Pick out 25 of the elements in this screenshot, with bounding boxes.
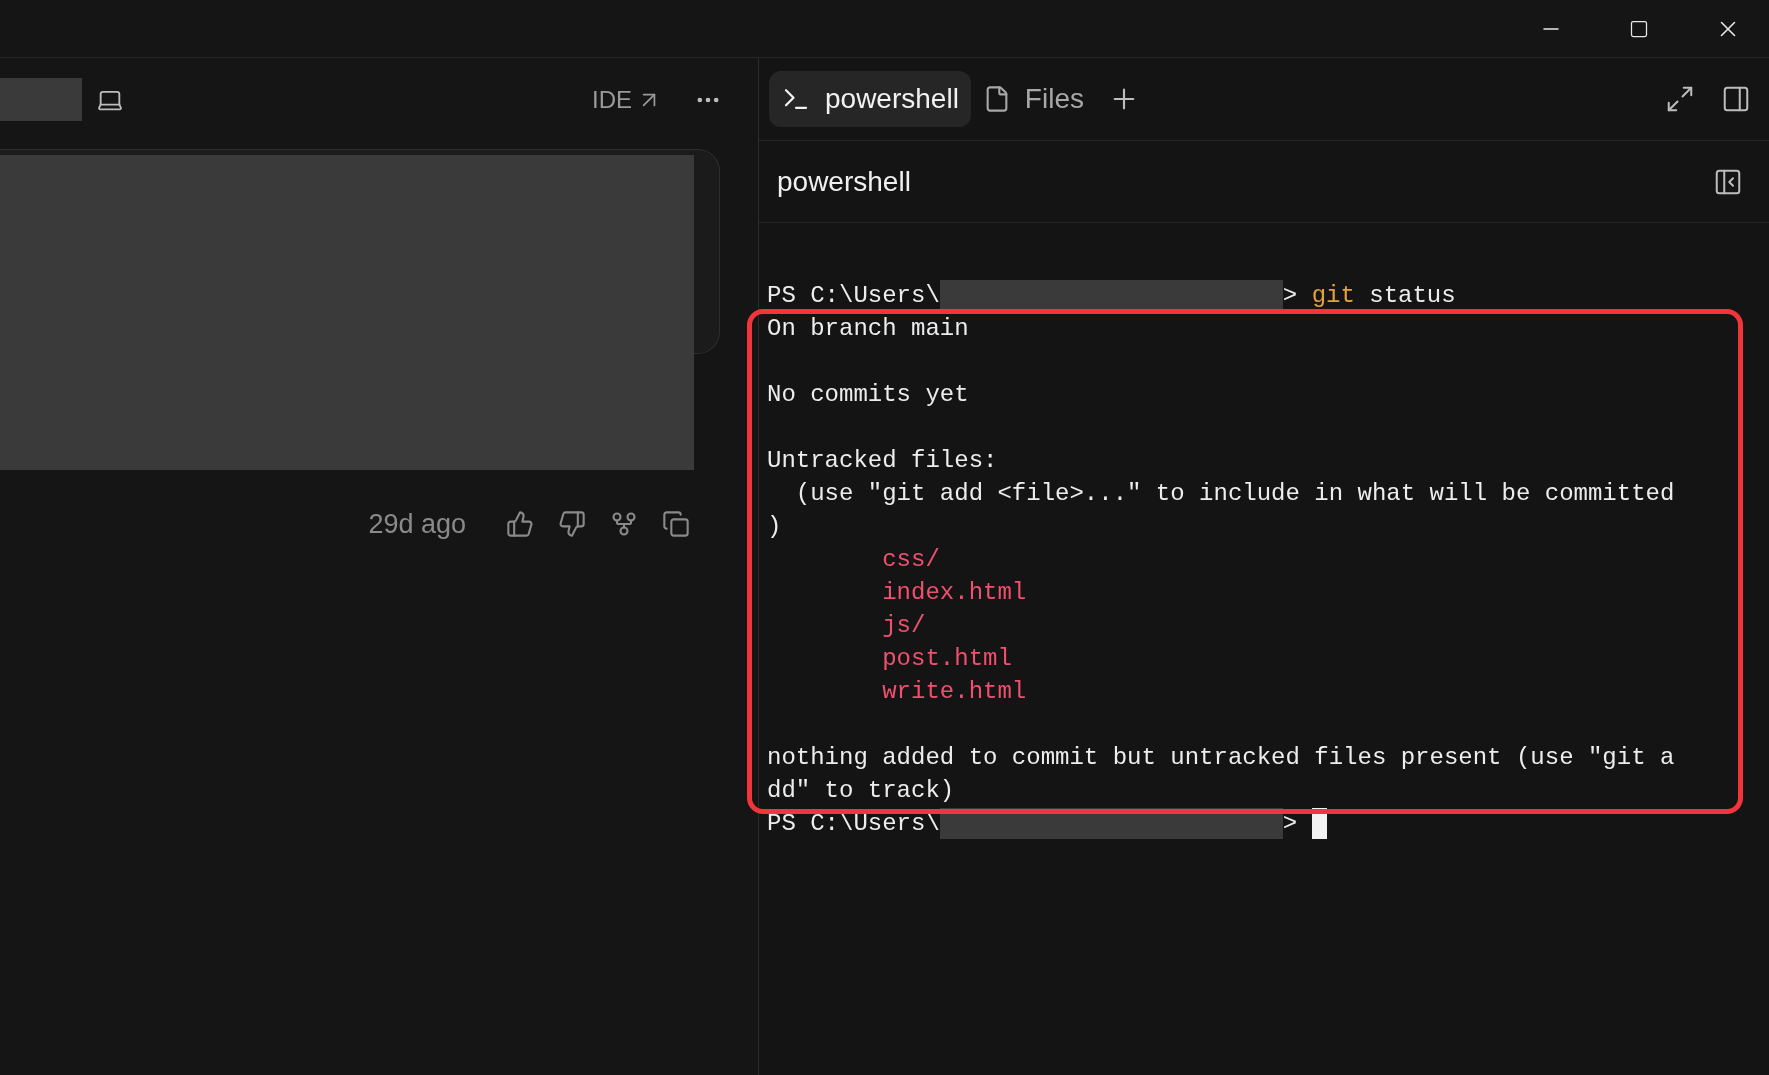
terminal-title: powershell bbox=[777, 164, 911, 199]
sidebar-toggle-icon[interactable] bbox=[1721, 84, 1751, 114]
terminal-line: write.html bbox=[881, 677, 1027, 707]
terminal-line: On branch main bbox=[767, 314, 969, 344]
timestamp: 29d ago bbox=[368, 508, 466, 541]
terminal-line: (use "git add <file>..." to include in what will be committed bbox=[794, 479, 1675, 509]
terminal-line: PS C:\Users\ > bbox=[767, 807, 1327, 840]
terminal-line: No commits yet bbox=[767, 380, 969, 410]
thumbs-down-icon[interactable] bbox=[558, 510, 586, 539]
tab[interactable]: powershell bbox=[769, 71, 971, 127]
ide-link[interactable]: IDE bbox=[592, 81, 662, 118]
tab[interactable]: Files bbox=[970, 71, 1096, 127]
terminal-line: css/ bbox=[881, 545, 940, 575]
terminal-line: js/ bbox=[881, 611, 926, 641]
maximize-icon[interactable] bbox=[1629, 18, 1649, 39]
expand-icon[interactable] bbox=[1665, 84, 1695, 114]
thumbs-up-icon[interactable] bbox=[506, 510, 534, 539]
terminal-line: Untracked files: bbox=[767, 446, 998, 476]
copy-icon[interactable] bbox=[662, 510, 690, 539]
terminal-line: nothing added to commit but untracked files present (use "git a bbox=[767, 743, 1675, 773]
terminal-line: ) bbox=[767, 512, 782, 542]
terminal-line: dd" to track) bbox=[767, 776, 955, 806]
terminal-line: index.html bbox=[881, 578, 1027, 608]
terminal-line: post.html bbox=[881, 644, 1012, 674]
terminal-line: PS C:\Users\ > git status bbox=[767, 279, 1456, 312]
